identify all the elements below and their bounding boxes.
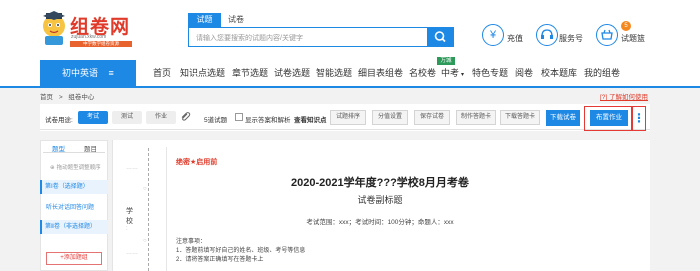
- secret-label[interactable]: 绝密★启用前: [176, 157, 217, 167]
- note-item: 2．请将答案正确填写在答题卡上: [176, 257, 264, 263]
- binding-cut-line: [148, 148, 149, 271]
- download-paper-button[interactable]: 下载试卷: [546, 110, 580, 126]
- basket-label[interactable]: 试题篮: [621, 33, 645, 44]
- add-group-button[interactable]: +添加题组: [46, 252, 102, 265]
- help-link[interactable]: [?] 了解如何使用: [600, 91, 648, 101]
- page-gutter-left: [0, 140, 40, 271]
- usage-test[interactable]: 测试: [112, 111, 142, 124]
- subject-selector[interactable]: 初中英语 ≡: [40, 60, 136, 86]
- paper-meta[interactable]: 考试范围：xxx；考试时间：100分钟；命题人：xxx: [160, 216, 600, 226]
- search-button[interactable]: [427, 27, 454, 47]
- nav-zhongkao[interactable]: 中考 ▾: [441, 60, 464, 86]
- toolbar-gap: [40, 131, 650, 140]
- score-setting-button[interactable]: 分值设置: [372, 110, 408, 125]
- nav-special-topic[interactable]: 特色专题: [472, 60, 508, 86]
- logo-mascot-icon: [43, 11, 65, 45]
- service-icon[interactable]: [536, 24, 558, 46]
- show-answer-label[interactable]: 显示答案和解析: [245, 114, 291, 124]
- breadcrumb-current: 组卷中心: [68, 94, 95, 101]
- note-item: 1．答题前填写好自己的姓名、班级、考号等信息: [176, 248, 306, 254]
- nav-smart-select[interactable]: 智能选题: [316, 60, 352, 86]
- chevron-down-icon: ▾: [461, 72, 465, 78]
- paper-subtitle[interactable]: 试卷副标题: [160, 193, 600, 206]
- recharge-label[interactable]: 充值: [507, 33, 523, 44]
- section-listening[interactable]: 听长对话回答问题: [46, 202, 94, 211]
- nav-my-papers[interactable]: 我的组卷: [584, 60, 620, 86]
- subject-label: 初中英语: [62, 68, 99, 78]
- sort-questions-button[interactable]: 试题排序: [330, 110, 366, 125]
- nav-knowledge[interactable]: 知识点选题: [180, 60, 225, 86]
- basket-count-badge: 5: [621, 21, 631, 31]
- logo-subtitle: zujuan.xkw.com: [71, 34, 107, 40]
- service-label[interactable]: 服务号: [559, 33, 583, 44]
- page-edge: [166, 147, 167, 271]
- breadcrumb-separator: >: [58, 94, 63, 101]
- page-gutter-right: [650, 140, 700, 271]
- usage-homework[interactable]: 作业: [146, 111, 176, 124]
- breadcrumb-bar: [0, 88, 700, 104]
- nav-chapter[interactable]: 章节选题: [232, 60, 268, 86]
- panel-gap: [108, 140, 112, 271]
- highlight-box-assign: [584, 106, 632, 131]
- view-knowledge-point[interactable]: 查看知识点: [294, 114, 327, 124]
- more-options-button[interactable]: ⋮: [632, 106, 646, 131]
- binding-circle-2: ○: [143, 238, 147, 244]
- nav-blueprint[interactable]: 细目表组卷: [358, 60, 403, 86]
- panel-tab-divider: [43, 152, 105, 153]
- usage-exam[interactable]: 考试: [78, 111, 108, 124]
- show-answer-checkbox[interactable]: [235, 113, 243, 121]
- drag-icon: ⊕: [50, 165, 55, 171]
- section-part-one[interactable]: 第Ⅰ卷（选择题）: [40, 180, 108, 194]
- download-answer-card-button[interactable]: 下载答题卡: [500, 110, 540, 125]
- binding-dots-top: ……: [126, 165, 138, 171]
- make-answer-card-button[interactable]: 制作答题卡: [456, 110, 496, 125]
- binding-school-char-1: 学: [126, 208, 133, 215]
- section-part-two[interactable]: 第Ⅱ卷（非选择题）: [40, 220, 108, 234]
- binding-circle-1: ○: [143, 186, 147, 192]
- basket-icon[interactable]: [596, 24, 618, 46]
- binding-school-char-2: 校: [126, 218, 133, 225]
- page-gutter-right-top: [650, 104, 700, 140]
- paperclip-icon[interactable]: [179, 111, 191, 123]
- breadcrumb: 首页 > 组卷中心: [40, 91, 94, 101]
- nav-home[interactable]: 首页: [153, 60, 171, 86]
- search-tab-questions[interactable]: 试题: [188, 13, 221, 27]
- nav-school-bank[interactable]: 校本题库: [541, 60, 577, 86]
- question-count: 5道试题: [204, 117, 228, 124]
- save-paper-button[interactable]: 保存试卷: [414, 110, 450, 125]
- drag-hint: ⊕ 拖动题型调整顺序: [50, 165, 101, 171]
- logo-tagline: 中学数学组卷资源: [70, 41, 132, 47]
- nav-grading[interactable]: 阅卷: [515, 60, 533, 86]
- menu-icon: ≡: [108, 68, 114, 78]
- binding-colon: :: [126, 226, 128, 232]
- search-placeholder: 请输入您要搜索的试题内容/关键字: [196, 35, 303, 42]
- breadcrumb-home[interactable]: 首页: [40, 94, 53, 101]
- binding-dots-bottom: ……: [126, 250, 138, 256]
- search-icon: [434, 31, 446, 43]
- usage-label: 试卷用途:: [45, 117, 73, 124]
- paper-title[interactable]: 2020-2021学年度???学校8月月考卷: [160, 174, 600, 190]
- page-gutter-left-top: [0, 104, 40, 140]
- nav-paper-select[interactable]: 试卷选题: [274, 60, 310, 86]
- notes-title: 注意事项：: [176, 239, 207, 245]
- nav-famous-school[interactable]: 名校卷: [409, 60, 436, 86]
- yuan-icon[interactable]: ¥: [482, 24, 504, 46]
- search-tab-papers[interactable]: 试卷: [228, 13, 244, 27]
